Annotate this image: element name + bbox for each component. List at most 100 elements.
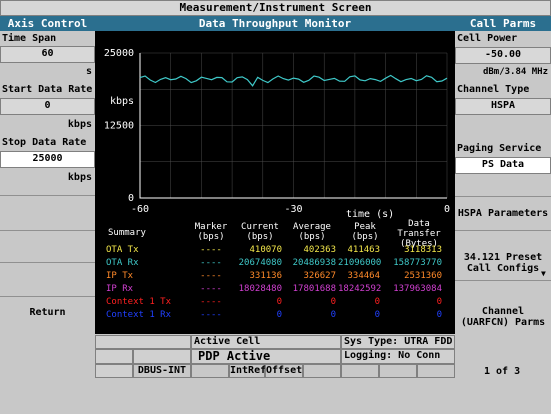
y-unit-label: kbps: [110, 96, 135, 107]
cell-peak: 18242592: [338, 284, 382, 294]
cell-name: Context 1 Tx: [106, 297, 172, 307]
channel-type-value[interactable]: HSPA: [455, 98, 551, 115]
return-button[interactable]: Return: [0, 297, 95, 327]
table-row: OTA Rx ---- 20674080 20486938 21096000 158773…: [100, 258, 452, 271]
cell-marker: ----: [200, 310, 222, 320]
header-peak: Peak (bps): [351, 222, 379, 242]
cell-marker: ----: [200, 271, 222, 281]
cell-name: IP Rx: [106, 284, 134, 294]
cell-transfer: 2531360: [404, 271, 442, 281]
header-average: Average (bps): [293, 222, 331, 242]
status-blank: [133, 349, 191, 364]
cell-transfer: 137963084: [393, 284, 442, 294]
cell-average: 326627: [303, 271, 336, 281]
cell-transfer: 0: [436, 297, 442, 307]
cell-peak: 0: [374, 310, 380, 320]
table-row: Context 1 Rx ---- 0 0 0 0: [100, 310, 452, 323]
cell-peak: 0: [374, 297, 380, 307]
right-panel: Call Parms Cell Power -50.00 dBm/3.84 MH…: [455, 16, 551, 334]
window-title: Measurement/Instrument Screen: [0, 0, 551, 16]
y-tick-label: 25000: [104, 48, 134, 59]
header-summary: Summary: [108, 228, 146, 238]
hspa-parameters-button[interactable]: HSPA Parameters: [455, 198, 551, 228]
page-indicator[interactable]: 1 of 3: [484, 366, 520, 377]
channel-line1: Channel: [481, 306, 525, 317]
time-span-unit: s: [85, 66, 92, 77]
monitor-title: Data Throughput Monitor: [95, 16, 455, 31]
cell-average: 402363: [303, 245, 336, 255]
cell-name: Context 1 Rx: [106, 310, 172, 320]
status-blank: [191, 364, 229, 378]
right-panel-title: Call Parms: [455, 16, 551, 31]
left-divider: [0, 262, 95, 263]
paging-service-label: Paging Service: [457, 143, 542, 154]
cell-name: IP Tx: [106, 271, 134, 281]
table-row: OTA Tx ---- 410070 402363 411463 3118313: [100, 245, 452, 258]
stop-rate-label: Stop Data Rate: [2, 137, 87, 148]
cell-current: 0: [276, 310, 282, 320]
offset-indicator: Offset: [265, 364, 303, 378]
cell-transfer: 0: [436, 310, 442, 320]
throughput-graph: 25000 12500 0 -60 -30 0: [104, 48, 450, 215]
status-blank: [95, 364, 133, 378]
cell-marker: ----: [200, 297, 222, 307]
status-blank: [95, 335, 191, 349]
header-current: Current (bps): [241, 222, 279, 242]
preset-line1: 34.121 Preset: [463, 252, 543, 263]
cell-marker: ----: [200, 245, 222, 255]
start-rate-unit: kbps: [67, 119, 92, 130]
sys-type: Sys Type: UTRA FDD: [341, 335, 455, 349]
table-header: Summary Marker (bps) Current (bps) Avera…: [100, 219, 452, 249]
preset-configs-button[interactable]: 34.121 Preset Call Configs: [455, 248, 551, 278]
cell-current: 18028480: [238, 284, 282, 294]
left-divider: [0, 230, 95, 231]
cell-marker: ----: [200, 258, 222, 268]
cell-marker: ----: [200, 284, 222, 294]
dbus-int-indicator: DBUS-INT: [133, 364, 191, 378]
cell-peak: 411463: [347, 245, 380, 255]
x-tick-label: -60: [131, 204, 149, 215]
hspa-parameters-label: HSPA Parameters: [457, 207, 549, 219]
left-divider: [0, 195, 95, 196]
channel-parms-button[interactable]: Channel (UARFCN) Parms: [455, 302, 551, 332]
stop-rate-value[interactable]: 25000: [0, 151, 95, 168]
y-tick-label: 12500: [104, 121, 134, 132]
table-row: IP Rx ---- 18028480 17801688 18242592 1379630…: [100, 284, 452, 297]
cell-power-value[interactable]: -50.00: [455, 47, 551, 64]
cell-peak: 21096000: [338, 258, 382, 268]
cell-average: 0: [330, 297, 336, 307]
status-blank: [341, 364, 379, 378]
time-span-value[interactable]: 60: [0, 46, 95, 63]
cell-current: 410070: [249, 245, 282, 255]
cell-power-label: Cell Power: [457, 33, 518, 44]
left-panel-title: Axis Control: [0, 16, 95, 31]
active-cell-value: PDP Active: [191, 349, 341, 364]
start-rate-value[interactable]: 0: [0, 98, 95, 115]
status-blank: [303, 364, 341, 378]
table-row: IP Tx ---- 331136 326627 334464 2531360: [100, 271, 452, 284]
paging-service-value[interactable]: PS Data: [455, 157, 551, 174]
cell-name: OTA Tx: [106, 245, 139, 255]
left-panel: Axis Control Time Span 60 s Start Data R…: [0, 16, 95, 334]
logging-status: Logging: No Conn: [341, 349, 455, 364]
cell-transfer: 158773770: [393, 258, 442, 268]
right-divider: [455, 196, 551, 197]
summary-table: Summary Marker (bps) Current (bps) Avera…: [100, 219, 452, 329]
status-blank: [417, 364, 455, 378]
time-span-label: Time Span: [2, 33, 57, 44]
status-blank: [379, 364, 417, 378]
x-tick-label: 0: [444, 204, 450, 215]
cell-average: 20486938: [292, 258, 336, 268]
header-marker: Marker (bps): [194, 222, 228, 242]
status-blank: [95, 349, 133, 364]
y-tick-label: 0: [128, 193, 134, 204]
cell-average: 0: [330, 310, 336, 320]
active-cell-label: Active Cell: [191, 335, 341, 349]
right-divider: [455, 280, 551, 281]
cell-current: 0: [276, 297, 282, 307]
table-row: Context 1 Tx ---- 0 0 0 0: [100, 297, 452, 310]
cell-transfer: 3118313: [404, 245, 442, 255]
start-rate-label: Start Data Rate: [2, 84, 93, 95]
intref-indicator: IntRef: [229, 364, 267, 378]
cell-power-unit: dBm/3.84 MHz: [482, 67, 548, 77]
